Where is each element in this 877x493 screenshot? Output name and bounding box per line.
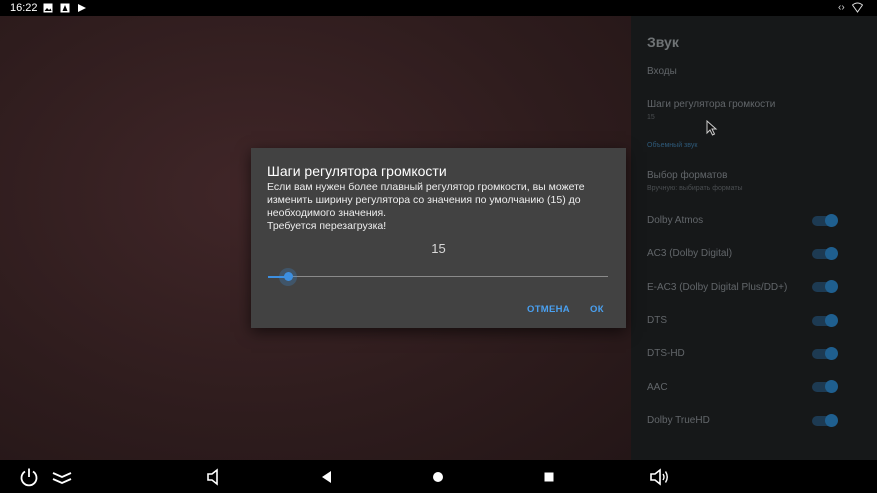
collapse-icon[interactable]: [51, 466, 73, 488]
recents-icon[interactable]: [538, 466, 560, 488]
power-icon[interactable]: [18, 466, 40, 488]
dialog-message: Если вам нужен более плавный регулятор г…: [267, 181, 585, 232]
home-icon[interactable]: [427, 466, 449, 488]
navigation-bar: [0, 460, 877, 493]
settings-item-inputs[interactable]: Входы: [647, 66, 677, 77]
sound-settings-panel: Звук Входы Шаги регулятора громкости 15 …: [631, 16, 877, 460]
dolby-truehd-toggle[interactable]: [812, 414, 838, 427]
dts-toggle[interactable]: [812, 314, 838, 327]
aac-toggle[interactable]: [812, 380, 838, 393]
settings-title: Звук: [647, 34, 679, 50]
image-icon: [43, 3, 53, 13]
cancel-button[interactable]: ОТМЕНА: [527, 304, 570, 315]
status-bar: 16:22 ‹›: [0, 0, 877, 16]
surround-sound-header: Объемный звук: [647, 142, 698, 149]
ac3-toggle[interactable]: [812, 247, 838, 260]
settings-item-dolby-truehd[interactable]: Dolby TrueHD: [647, 415, 710, 426]
settings-item-ac3[interactable]: AC3 (Dolby Digital): [647, 248, 732, 259]
settings-item-volume-steps[interactable]: Шаги регулятора громкости: [647, 99, 775, 110]
slider-thumb[interactable]: [283, 272, 293, 281]
back-icon[interactable]: [316, 466, 338, 488]
status-time: 16:22: [10, 2, 38, 14]
settings-item-dts-hd[interactable]: DTS-HD: [647, 348, 685, 359]
dialog-title: Шаги регулятора громкости: [267, 163, 447, 179]
volume-steps-dialog: Шаги регулятора громкости Если вам нужен…: [251, 148, 626, 328]
settings-item-format-select-value: Вручную: выбирать форматы: [647, 185, 743, 192]
settings-item-dts[interactable]: DTS: [647, 315, 667, 326]
volume-down-icon[interactable]: [205, 466, 227, 488]
slider-track[interactable]: [268, 276, 608, 277]
slider-value: 15: [431, 241, 446, 256]
ok-button[interactable]: ОК: [590, 304, 604, 315]
settings-item-format-select[interactable]: Выбор форматов: [647, 170, 727, 181]
settings-item-eac3[interactable]: E-AC3 (Dolby Digital Plus/DD+): [647, 282, 787, 293]
settings-item-dolby-atmos[interactable]: Dolby Atmos: [647, 215, 703, 226]
notification-icon: [60, 3, 70, 13]
settings-item-aac[interactable]: AAC: [647, 382, 668, 393]
volume-up-icon[interactable]: [649, 466, 671, 488]
eac3-toggle[interactable]: [812, 280, 838, 293]
dolby-atmos-toggle[interactable]: [812, 214, 838, 227]
mouse-cursor-icon: [706, 120, 718, 136]
settings-item-volume-steps-value: 15: [647, 114, 655, 121]
network-arrows-icon: ‹›: [838, 2, 845, 13]
dts-hd-toggle[interactable]: [812, 347, 838, 360]
play-store-icon: [78, 4, 86, 12]
wifi-icon: [852, 2, 863, 13]
